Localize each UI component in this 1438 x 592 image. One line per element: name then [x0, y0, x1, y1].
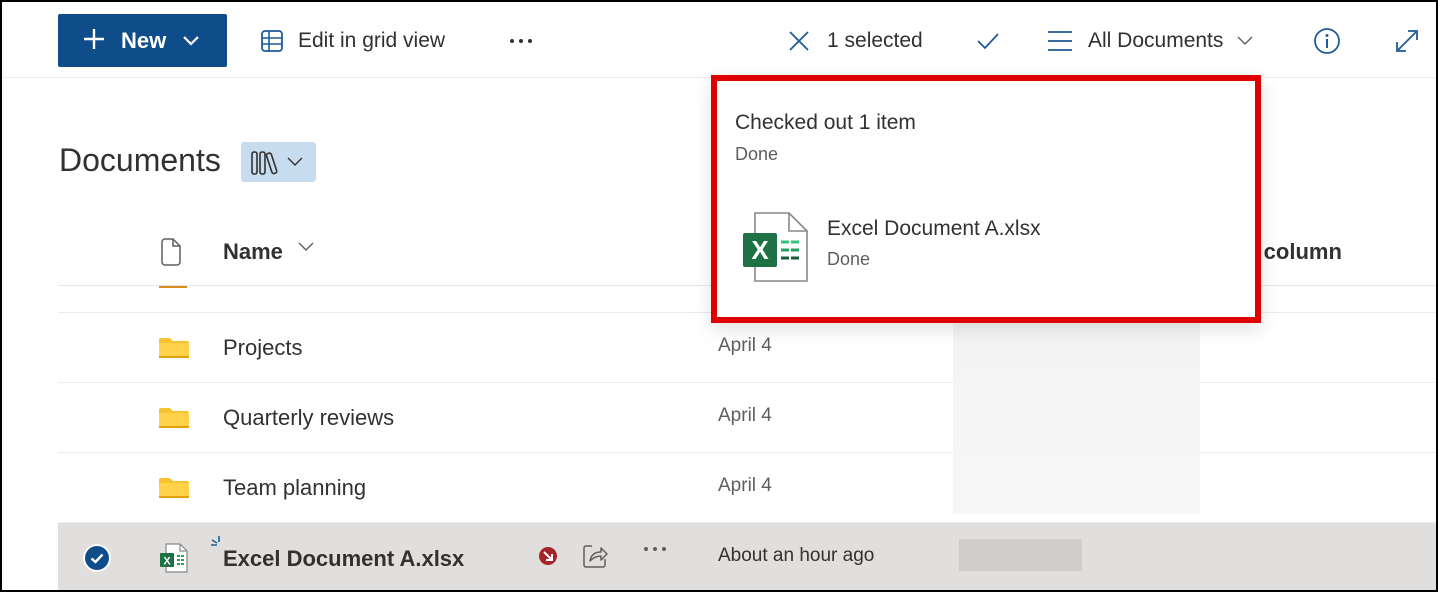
library-switcher-button[interactable]	[241, 142, 316, 182]
sharepoint-document-library: New Edit in grid view 1 selected All Doc…	[0, 0, 1438, 592]
row-name[interactable]: Projects	[223, 335, 302, 361]
notification-title: Checked out 1 item	[735, 111, 916, 134]
expand-icon	[1396, 30, 1418, 52]
chevron-down-icon[interactable]	[298, 242, 314, 252]
row-modified: April 4	[718, 335, 772, 356]
expand-button[interactable]	[1394, 24, 1420, 58]
excel-file-icon: X	[160, 543, 188, 573]
checked-out-icon	[539, 547, 557, 565]
selection-count: 1 selected	[827, 29, 923, 52]
more-icon[interactable]	[642, 545, 668, 553]
row-name[interactable]: Quarterly reviews	[223, 405, 394, 431]
plus-icon	[84, 29, 104, 49]
chevron-down-icon	[183, 36, 199, 46]
notification-item-name[interactable]: Excel Document A.xlsx	[827, 217, 1041, 241]
new-button[interactable]: New	[58, 14, 227, 67]
list-row[interactable]: Projects April 4	[58, 313, 1436, 383]
clear-selection-button[interactable]	[788, 24, 810, 58]
row-name[interactable]: Team planning	[223, 475, 366, 501]
row-modified: April 4	[718, 475, 772, 496]
page-title: Documents	[59, 142, 221, 178]
row-modified: About an hour ago	[718, 545, 875, 566]
checkout-notification-callout: Checked out 1 item Done X Excel Document…	[711, 75, 1261, 323]
excel-file-icon: X	[743, 212, 808, 282]
view-name: All Documents	[1088, 29, 1224, 52]
chevron-down-icon	[287, 157, 303, 166]
list-row[interactable]: Team planning April 4	[58, 453, 1436, 523]
check-circle-icon[interactable]	[82, 543, 112, 573]
share-icon[interactable]	[582, 543, 608, 569]
info-button[interactable]	[1313, 24, 1341, 58]
folder-icon-partial	[159, 286, 187, 288]
folder-icon	[159, 408, 189, 428]
list-row-selected[interactable]: X Excel Document A.xlsx About an hour ag…	[58, 523, 1436, 590]
grid-icon	[261, 30, 283, 52]
chevron-down-icon	[1237, 36, 1253, 45]
view-switcher-button[interactable]: All Documents	[1046, 24, 1253, 58]
redacted-column-content	[953, 313, 1200, 514]
notification-item-status: Done	[827, 249, 871, 269]
library-books-icon	[251, 151, 278, 175]
row-name[interactable]: Excel Document A.xlsx	[223, 546, 464, 572]
svg-text:X: X	[751, 235, 769, 265]
info-icon	[1314, 28, 1340, 54]
more-icon	[510, 39, 532, 43]
row-modified: April 4	[718, 405, 772, 426]
edit-grid-view-button[interactable]: Edit in grid view	[260, 24, 445, 58]
command-bar: New Edit in grid view 1 selected All Doc…	[2, 2, 1436, 78]
svg-text:X: X	[163, 556, 171, 568]
new-button-label: New	[121, 28, 167, 53]
view-lines-icon	[1048, 31, 1072, 51]
new-sparkle-icon	[211, 536, 220, 546]
more-commands-button[interactable]	[508, 24, 534, 58]
checkmark-button[interactable]	[976, 24, 1000, 58]
edit-grid-view-label: Edit in grid view	[298, 29, 446, 52]
folder-icon	[159, 338, 189, 358]
redacted-column-content	[959, 539, 1082, 571]
folder-icon	[159, 478, 189, 498]
notification-status: Done	[735, 144, 779, 164]
file-icon	[161, 238, 181, 266]
checkmark-icon	[977, 33, 999, 50]
list-row[interactable]: Quarterly reviews April 4	[58, 383, 1436, 453]
column-header-name[interactable]: Name	[223, 239, 283, 265]
close-icon	[789, 31, 809, 51]
